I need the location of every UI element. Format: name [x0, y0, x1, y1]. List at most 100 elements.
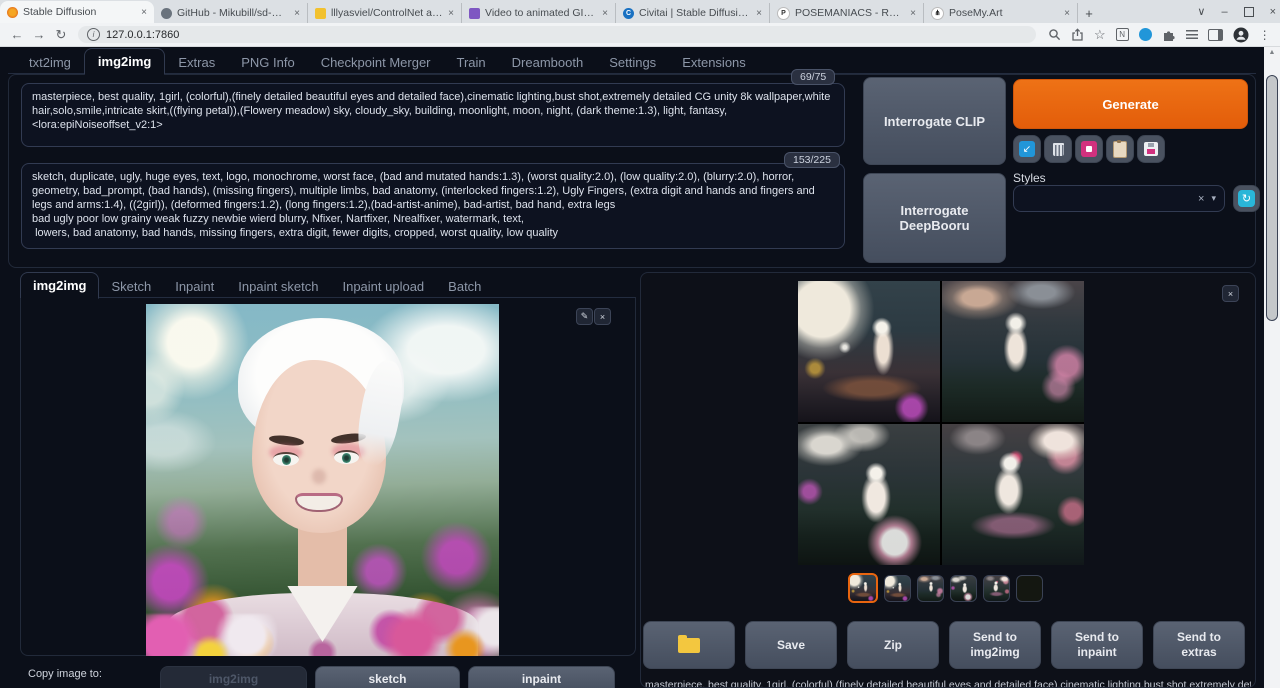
tab-txt2img[interactable]: txt2img — [16, 50, 84, 75]
source-image[interactable] — [146, 304, 499, 656]
tab-inpaint[interactable]: Inpaint — [163, 274, 226, 299]
tab-sketch[interactable]: Sketch — [99, 274, 163, 299]
posemaniacs-favicon: P — [777, 7, 790, 20]
send-to-img2img-button[interactable]: Send to img2img — [949, 621, 1041, 669]
thumbnail-2[interactable] — [884, 575, 911, 602]
clear-styles-icon[interactable]: × — [1198, 193, 1204, 205]
browser-tab-posemyart[interactable]: ⋔ PoseMy.Art × — [924, 3, 1078, 23]
tab-search-icon[interactable]: ∨ — [1197, 5, 1205, 18]
interrogate-deepbooru-button[interactable]: Interrogate DeepBooru — [863, 173, 1006, 263]
tab-img2img[interactable]: img2img — [84, 48, 165, 75]
tab-png-info[interactable]: PNG Info — [228, 50, 307, 75]
extensions-puzzle-icon[interactable] — [1162, 28, 1176, 42]
browser-tab-civitai[interactable]: C Civitai | Stable Diffusion model × — [616, 3, 770, 23]
send-to-inpaint-button[interactable]: Send to inpaint — [1051, 621, 1143, 669]
thumbnail-4[interactable] — [950, 575, 977, 602]
profile-avatar[interactable] — [1233, 27, 1249, 43]
share-icon[interactable] — [1071, 28, 1084, 41]
back-icon[interactable]: ← — [6, 27, 28, 42]
close-gallery-button[interactable]: × — [1222, 285, 1239, 302]
folder-icon — [678, 638, 700, 653]
bookmark-star-icon[interactable]: ☆ — [1094, 27, 1106, 43]
minimize-icon[interactable]: – — [1221, 6, 1227, 18]
prompt-token-counter: 69/75 — [791, 69, 835, 85]
maximize-icon[interactable] — [1244, 7, 1254, 17]
tab-close-icon[interactable]: × — [602, 8, 608, 19]
window-close-icon[interactable]: × — [1270, 6, 1276, 18]
address-bar[interactable]: i 127.0.0.1:7860 — [78, 26, 1036, 43]
extension-n-icon[interactable]: N — [1116, 28, 1129, 41]
tab-extensions[interactable]: Extensions — [669, 50, 759, 75]
page-scrollbar[interactable]: ▲ — [1264, 47, 1280, 688]
thumbnail-6[interactable] — [1016, 575, 1043, 602]
zoom-icon[interactable] — [1048, 28, 1061, 41]
extra-networks-button[interactable] — [1075, 135, 1103, 163]
forward-icon[interactable]: → — [28, 27, 50, 42]
browser-tab-posemaniacs[interactable]: P POSEMANIACS - Royalty free 3 × — [770, 3, 924, 23]
site-info-icon[interactable]: i — [87, 28, 100, 41]
tab-close-icon[interactable]: × — [1064, 8, 1070, 19]
tab-batch[interactable]: Batch — [436, 274, 493, 299]
tab-close-icon[interactable]: × — [294, 8, 300, 19]
source-image-dropzone[interactable]: ✎ × — [20, 297, 636, 656]
generate-button[interactable]: Generate — [1013, 79, 1248, 129]
send-to-extras-button[interactable]: Send to extras — [1153, 621, 1245, 669]
result-image-1[interactable] — [798, 281, 940, 422]
url-text: 127.0.0.1:7860 — [106, 29, 179, 41]
chevron-down-icon[interactable]: ▾ — [1211, 193, 1216, 204]
reading-list-icon[interactable] — [1186, 30, 1198, 39]
prompt-tool-row: ↙ — [1013, 135, 1165, 163]
scrollbar-thumb[interactable] — [1266, 75, 1278, 321]
tab-dreambooth[interactable]: Dreambooth — [499, 50, 597, 75]
paste-arrow-icon: ↙ — [1019, 141, 1035, 157]
thumbnail-5[interactable] — [983, 575, 1010, 602]
tab-inpaint-sketch[interactable]: Inpaint sketch — [226, 274, 330, 299]
new-tab-button[interactable]: + — [1078, 3, 1100, 23]
save-style-button[interactable] — [1137, 135, 1165, 163]
results-panel: × Save Zip Send to img2img Send to inpai… — [640, 272, 1256, 688]
tab-close-icon[interactable]: × — [910, 8, 916, 19]
reload-icon[interactable]: ↻ — [50, 27, 72, 43]
edit-image-button[interactable]: ✎ — [576, 308, 593, 325]
open-folder-button[interactable] — [643, 621, 735, 669]
remove-image-button[interactable]: × — [594, 308, 611, 325]
interrogate-clip-button[interactable]: Interrogate CLIP — [863, 77, 1006, 165]
browser-tab-github[interactable]: GitHub - Mikubill/sd-webui-con × — [154, 3, 308, 23]
tab-close-icon[interactable]: × — [756, 8, 762, 19]
close-icon: × — [600, 312, 605, 322]
styles-dropdown[interactable]: × ▾ — [1013, 185, 1225, 212]
side-panel-icon[interactable] — [1208, 29, 1223, 41]
thumbnail-1[interactable] — [848, 573, 878, 603]
zip-button[interactable]: Zip — [847, 621, 939, 669]
tab-extras[interactable]: Extras — [165, 50, 228, 75]
browser-tab-gif-converter[interactable]: Video to animated GIF converter × — [462, 3, 616, 23]
tab-settings[interactable]: Settings — [596, 50, 669, 75]
portrait-nose — [312, 469, 325, 485]
thumbnail-3[interactable] — [917, 575, 944, 602]
copy-to-sketch-button[interactable]: sketch — [315, 666, 460, 688]
negative-prompt-input[interactable]: sketch, duplicate, ugly, huge eyes, text… — [21, 163, 845, 249]
tab-close-icon[interactable]: × — [141, 7, 147, 18]
paste-params-button[interactable]: ↙ — [1013, 135, 1041, 163]
clear-prompt-button[interactable] — [1044, 135, 1072, 163]
result-image-4[interactable] — [942, 424, 1084, 565]
copy-to-inpaint-button[interactable]: inpaint — [468, 666, 615, 688]
browser-tab-stable-diffusion[interactable]: Stable Diffusion × — [0, 1, 154, 23]
tab-inpaint-upload[interactable]: Inpaint upload — [330, 274, 436, 299]
antivirus-extension-icon[interactable] — [1139, 28, 1152, 41]
scroll-up-icon[interactable]: ▲ — [1264, 49, 1280, 56]
menu-dots-icon[interactable]: ⋮ — [1259, 28, 1271, 42]
result-image-2[interactable] — [942, 281, 1084, 422]
prompt-input[interactable]: masterpiece, best quality, 1girl, (color… — [21, 83, 845, 147]
tab-train[interactable]: Train — [444, 50, 499, 75]
tab-img2img-mode[interactable]: img2img — [20, 272, 99, 299]
browser-tab-controlnet[interactable]: lllyasviel/ControlNet at main × — [308, 3, 462, 23]
result-image-grid[interactable] — [798, 281, 1084, 565]
posemyart-favicon: ⋔ — [931, 7, 944, 20]
tab-checkpoint-merger[interactable]: Checkpoint Merger — [308, 50, 444, 75]
refresh-styles-button[interactable]: ↻ — [1233, 185, 1260, 212]
tab-close-icon[interactable]: × — [448, 8, 454, 19]
apply-style-button[interactable] — [1106, 135, 1134, 163]
result-image-3[interactable] — [798, 424, 940, 565]
save-button[interactable]: Save — [745, 621, 837, 669]
